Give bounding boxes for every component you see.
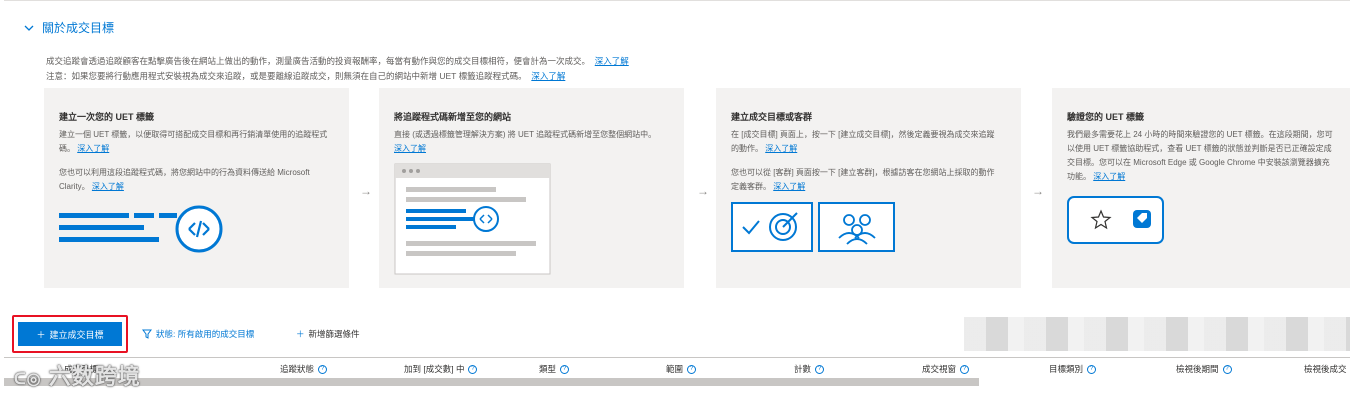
goal-audience-illustration (731, 202, 895, 252)
help-icon[interactable]: ? (560, 364, 570, 374)
column-header-view-through-conversions[interactable]: 檢視後成交 (1304, 363, 1347, 375)
column-label: 成交視窗 (922, 364, 957, 374)
filter-icon (142, 329, 152, 339)
column-label: 範圍 (666, 364, 684, 374)
arrow-right-icon: → (360, 184, 372, 198)
column-header-tracking-status[interactable]: 追蹤狀態? (280, 363, 328, 375)
browser-extension-illustration (1067, 196, 1164, 244)
card-title: 驗證您的 UET 標籤 (1067, 112, 1145, 122)
intro-learn-more-link-1[interactable]: 深入了解 (595, 56, 629, 66)
watermark: ᑕ◎ 六数跨境 (14, 359, 141, 391)
watermark-logo-icon: ᑕ◎ (14, 371, 42, 388)
plus-icon: ＋ (36, 329, 46, 340)
create-button-label: 建立成交目標 (49, 329, 104, 340)
chevron-down-icon (24, 25, 34, 31)
arrow-right-icon: → (697, 184, 709, 198)
card-learn-more-link[interactable]: 深入了解 (765, 144, 797, 153)
watermark-text: 六数跨境 (48, 364, 141, 389)
card-learn-more-link-2[interactable]: 深入了解 (92, 182, 124, 191)
help-icon[interactable]: ? (815, 364, 825, 374)
help-icon[interactable]: ? (468, 364, 478, 374)
obscured-toolbar-area (964, 317, 1350, 351)
column-label: 計數 (794, 364, 812, 374)
step-card-verify-tag: 驗證您的 UET 標籤 我們最多需要花上 24 小時的時間來驗證您的 UET 標… (1052, 88, 1350, 288)
intro-line-2: 注意：如果您要將行動應用程式安裝視為成交來追蹤，或是要離線追蹤成交，則無須在自己… (46, 71, 527, 81)
step-card-create-goal: 建立成交目標或客群 在 [成交目標] 頁面上，按一下 [建立成交目標]，然後定義… (716, 88, 1021, 288)
help-icon[interactable]: ? (687, 364, 697, 374)
card-description-secondary: 您也可以從 [客群] 頁面按一下 [建立客群]，根據訪客在您網站上採取的動作定義… (731, 168, 995, 191)
step-card-create-tag: 建立一次您的 UET 標籤 建立一個 UET 標籤，以便取得可搭配成交目標和再行… (44, 88, 349, 288)
card-title: 建立一次您的 UET 標籤 (59, 112, 155, 122)
section-title: 關於成交目標 (42, 21, 115, 35)
help-icon[interactable]: ? (1087, 364, 1097, 374)
intro-line-1: 成交追蹤會透過追蹤顧客在點擊廣告後在網站上做出的動作，測量廣告活動的投資報酬率，… (46, 56, 591, 66)
add-filter-button[interactable]: ＋ 新增篩選條件 (296, 328, 360, 340)
column-header-scope[interactable]: 範圍? (666, 363, 697, 375)
column-header-view-through-window[interactable]: 檢視後期間? (1176, 363, 1232, 375)
section-toggle[interactable]: 關於成交目標 (24, 19, 114, 36)
column-label: 加到 [成交數] 中 (404, 364, 465, 374)
status-filter-label: 狀態: 所有啟用的成交目標 (156, 329, 255, 339)
card-learn-more-link[interactable]: 深入了解 (394, 144, 426, 153)
table-scroll-area[interactable] (4, 378, 979, 386)
plus-icon: ＋ (296, 329, 305, 339)
status-filter[interactable]: 狀態: 所有啟用的成交目標 (142, 328, 254, 340)
card-learn-more-link-2[interactable]: 深入了解 (773, 182, 805, 191)
conversion-goals-panel: 關於成交目標 成交追蹤會透過追蹤顧客在點擊廣告後在網站上做出的動作，測量廣告活動… (4, 0, 1350, 393)
goals-toolbar: ＋ 建立成交目標 狀態: 所有啟用的成交目標 ＋ 新增篩選條件 (4, 309, 1350, 359)
column-label: 目標類別 (1049, 364, 1084, 374)
add-filter-label: 新增篩選條件 (308, 329, 360, 339)
help-icon[interactable]: ? (1222, 364, 1232, 374)
intro-text: 成交追蹤會透過追蹤顧客在點擊廣告後在網站上做出的動作，測量廣告活動的投資報酬率，… (46, 54, 1246, 84)
help-icon[interactable]: ? (318, 364, 328, 374)
card-text-secondary: 您也可以從 [客群] 頁面按一下 [建立客群]，根據訪客在您網站上採取的動作定義… (731, 166, 1001, 194)
card-learn-more-link[interactable]: 深入了解 (1093, 172, 1125, 181)
card-text-secondary: 您也可以利用這段追蹤程式碼，將您網站中的行為資料傳送給 Microsoft Cl… (59, 166, 329, 194)
card-description: 直接 (或透過標籤管理解決方案) 將 UET 追蹤程式碼新增至您整個網站中。 (394, 130, 657, 139)
card-learn-more-link[interactable]: 深入了解 (77, 144, 109, 153)
card-text: 在 [成交目標] 頁面上，按一下 [建立成交目標]，然後定義要視為成交來追蹤的動… (731, 128, 1001, 156)
card-text: 我們最多需要花上 24 小時的時間來驗證您的 UET 標籤。在這段期間，您可以使… (1067, 128, 1337, 184)
browser-code-illustration (394, 163, 551, 275)
card-title: 建立成交目標或客群 (731, 112, 813, 122)
arrow-right-icon: → (1032, 184, 1044, 198)
goals-table-header: 成交目標 追蹤狀態? 加到 [成交數] 中? 類型? 範圍? 計數? 成交視窗?… (4, 357, 1350, 379)
help-icon[interactable]: ? (960, 364, 970, 374)
card-title: 將追蹤程式碼新增至您的網站 (394, 112, 512, 122)
column-header-type[interactable]: 類型? (539, 363, 570, 375)
create-conversion-goal-button[interactable]: ＋ 建立成交目標 (18, 322, 122, 346)
column-label: 類型 (539, 364, 557, 374)
card-text: 建立一個 UET 標籤，以便取得可搭配成交目標和再行銷清單使用的追蹤程式碼。 深… (59, 128, 329, 156)
column-label: 檢視後期間 (1176, 364, 1219, 374)
step-card-add-code: 將追蹤程式碼新增至您的網站 直接 (或透過標籤管理解決方案) 將 UET 追蹤程… (379, 88, 684, 288)
column-header-count[interactable]: 計數? (794, 363, 825, 375)
column-header-include-in-conversions[interactable]: 加到 [成交數] 中? (404, 363, 478, 375)
column-header-conversion-window[interactable]: 成交視窗? (922, 363, 970, 375)
code-tag-illustration (59, 205, 223, 253)
column-label: 檢視後成交 (1304, 364, 1347, 374)
column-header-goal-category[interactable]: 目標類別? (1049, 363, 1097, 375)
create-button-highlight: ＋ 建立成交目標 (12, 315, 128, 353)
intro-learn-more-link-2[interactable]: 深入了解 (531, 71, 565, 81)
card-text: 直接 (或透過標籤管理解決方案) 將 UET 追蹤程式碼新增至您整個網站中。 深… (394, 128, 664, 156)
column-label: 追蹤狀態 (280, 364, 315, 374)
